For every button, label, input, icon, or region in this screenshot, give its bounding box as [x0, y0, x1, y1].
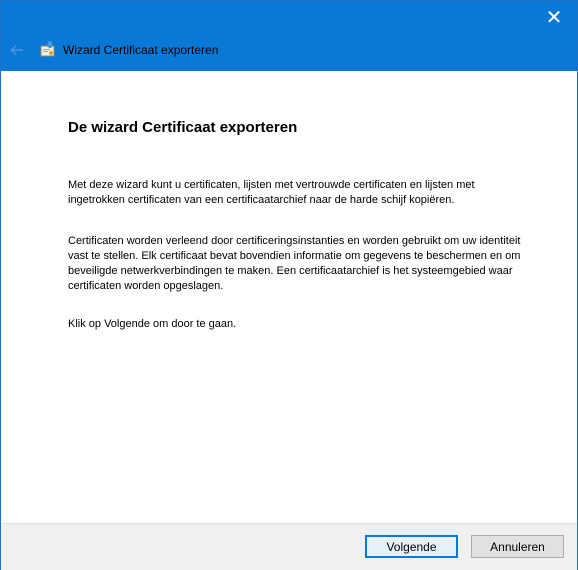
page-title: De wizard Certificaat exporteren — [68, 119, 298, 136]
back-arrow-icon — [10, 45, 23, 55]
window-title: Wizard Certificaat exporteren — [63, 43, 219, 57]
back-button[interactable] — [5, 37, 29, 63]
next-button[interactable]: Volgende — [365, 535, 458, 558]
cancel-button[interactable]: Annuleren — [471, 535, 564, 558]
title-bar: ✕ Wizard Certificaat exporteren — [1, 1, 577, 71]
instruction-paragraph: Klik op Volgende om door te gaan. — [68, 318, 237, 330]
wizard-content: De wizard Certificaat exporteren Met dez… — [1, 71, 577, 523]
info-paragraph: Certificaten worden verleend door certif… — [68, 235, 521, 292]
button-bar: Volgende Annuleren — [1, 523, 577, 570]
wizard-window: ✕ Wizard Certificaat exporteren De wizar… — [0, 0, 578, 570]
intro-paragraph: Met deze wizard kunt u certificaten, lij… — [68, 179, 475, 206]
close-icon[interactable]: ✕ — [546, 7, 563, 29]
close-button[interactable]: ✕ — [531, 1, 577, 35]
certificate-export-icon — [40, 40, 56, 57]
